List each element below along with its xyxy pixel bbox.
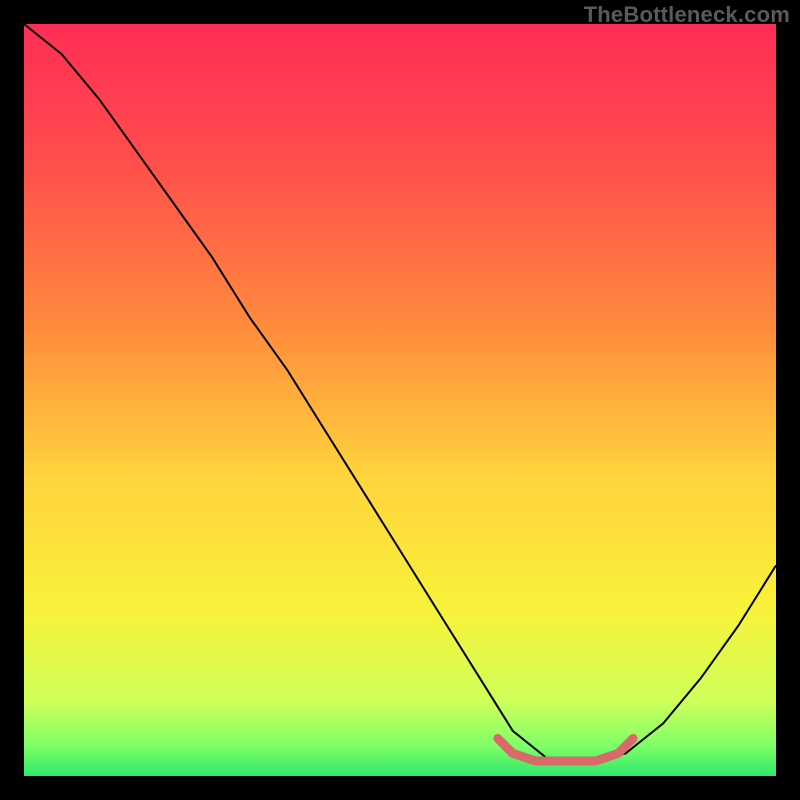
- plot-area: [24, 24, 776, 776]
- watermark-text: TheBottleneck.com: [584, 2, 790, 28]
- chart-frame: TheBottleneck.com: [0, 0, 800, 800]
- gradient-background: [24, 24, 776, 776]
- chart-svg: [24, 24, 776, 776]
